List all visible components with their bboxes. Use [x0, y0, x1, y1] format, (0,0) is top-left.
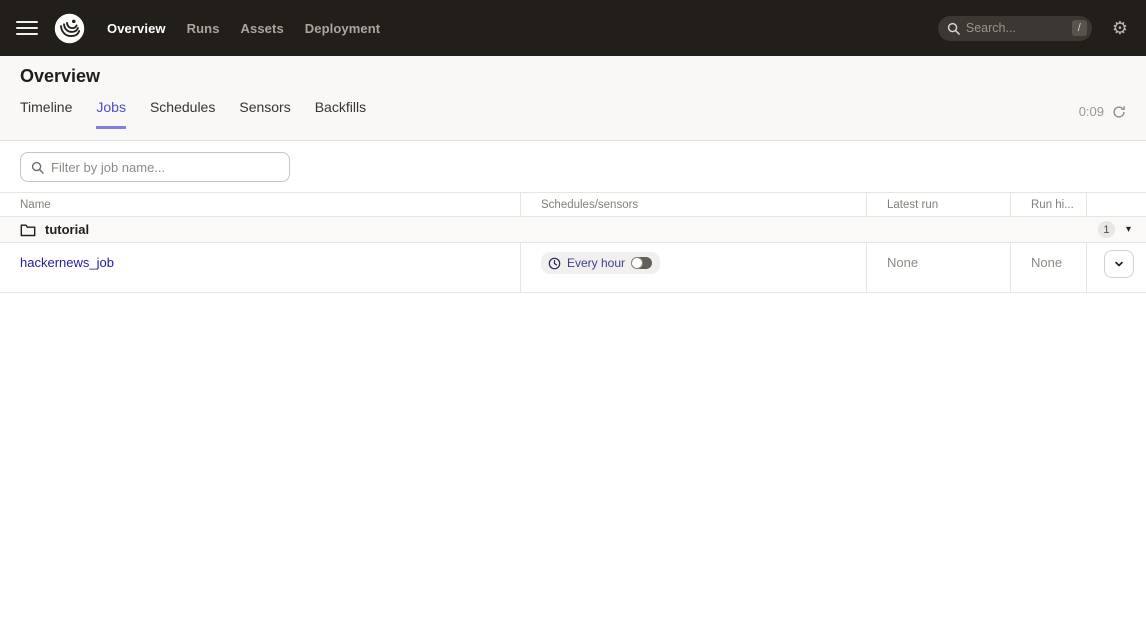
clock-icon: [548, 257, 561, 270]
primary-nav: Overview Runs Assets Deployment: [107, 21, 380, 36]
group-name: tutorial: [45, 222, 89, 237]
page-title: Overview: [20, 56, 1126, 87]
global-search-box[interactable]: /: [938, 16, 1092, 41]
hamburger-menu-icon[interactable]: [16, 21, 38, 35]
job-actions-button[interactable]: [1104, 250, 1134, 278]
chevron-down-icon: [1113, 258, 1125, 270]
column-header-run-history: Run hi...: [1010, 192, 1086, 217]
jobs-panel: Name Schedules/sensors Latest run Run hi…: [0, 152, 1146, 293]
nav-item-deployment[interactable]: Deployment: [305, 21, 380, 36]
column-header-name: Name: [0, 192, 520, 217]
column-header-latest-run: Latest run: [866, 192, 1010, 217]
latest-run-value: None: [887, 255, 918, 270]
job-actions-cell: [1086, 243, 1146, 293]
toggle-knob: [631, 257, 643, 269]
run-history-cell: None: [1010, 243, 1086, 293]
nav-item-assets[interactable]: Assets: [241, 21, 284, 36]
tab-timeline[interactable]: Timeline: [20, 89, 72, 129]
search-icon: [947, 22, 960, 35]
job-name-cell: hackernews_job: [0, 243, 520, 293]
dagster-logo[interactable]: [54, 13, 85, 44]
column-header-schedules-sensors: Schedules/sensors: [520, 192, 866, 217]
slash-shortcut-badge: /: [1072, 20, 1087, 36]
schedule-chip[interactable]: Every hour: [541, 252, 660, 274]
schedule-toggle[interactable]: [631, 257, 652, 269]
chevron-down-icon[interactable]: ▾: [1126, 225, 1131, 235]
job-filter-input[interactable]: [51, 160, 279, 175]
tab-schedules[interactable]: Schedules: [150, 89, 215, 129]
refresh-control: 0:09: [1079, 104, 1126, 129]
top-nav: Overview Runs Assets Deployment / ⚙: [0, 0, 1146, 56]
repo-group-row[interactable]: tutorial 1 ▾: [0, 217, 1146, 243]
group-count-badge: 1: [1098, 221, 1115, 238]
tab-bar: Timeline Jobs Schedules Sensors Backfill…: [20, 89, 366, 129]
page-header: Overview Timeline Jobs Schedules Sensors…: [0, 56, 1146, 141]
refresh-countdown: 0:09: [1079, 104, 1104, 119]
gear-icon[interactable]: ⚙: [1112, 19, 1128, 37]
folder-icon: [20, 223, 36, 237]
jobs-table: Name Schedules/sensors Latest run Run hi…: [0, 192, 1146, 293]
nav-item-overview[interactable]: Overview: [107, 21, 166, 36]
refresh-icon[interactable]: [1112, 105, 1126, 119]
column-header-actions: [1086, 192, 1146, 217]
job-schedules-cell: Every hour: [520, 243, 866, 293]
tab-jobs[interactable]: Jobs: [96, 89, 126, 129]
job-filter-box[interactable]: [20, 152, 290, 182]
latest-run-cell: None: [866, 243, 1010, 293]
nav-item-runs[interactable]: Runs: [187, 21, 220, 36]
global-search-input[interactable]: [966, 21, 1066, 35]
tab-sensors[interactable]: Sensors: [239, 89, 290, 129]
search-icon: [31, 161, 44, 174]
job-link[interactable]: hackernews_job: [20, 255, 114, 270]
dagster-logo-icon: [54, 13, 85, 44]
run-history-value: None: [1031, 255, 1062, 270]
tab-backfills[interactable]: Backfills: [315, 89, 366, 129]
schedule-label: Every hour: [567, 256, 625, 270]
